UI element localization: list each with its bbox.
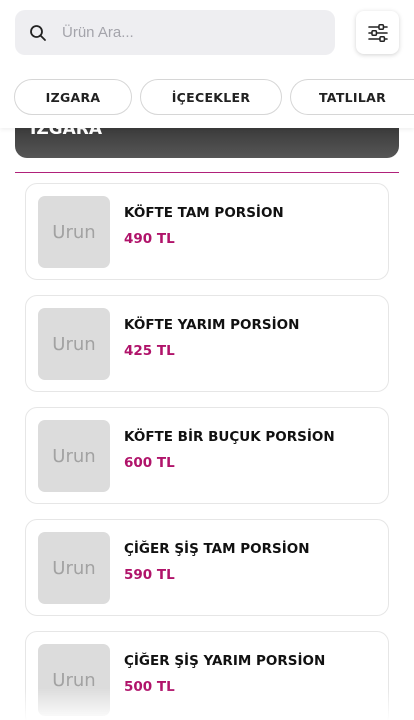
product-name: KÖFTE YARIM PORSİON (124, 317, 300, 333)
category-chip-izgara[interactable]: IZGARA (14, 79, 132, 115)
product-name: KÖFTE BİR BUÇUK PORSİON (124, 429, 335, 445)
category-bar: IZGARA İÇECEKLER TATLILAR (0, 68, 414, 128)
page: IZGARA Urun KÖFTE TAM PORSİON 490 TL Uru… (0, 0, 414, 720)
bottom-fade (0, 688, 414, 720)
product-price: 490 TL (124, 231, 175, 247)
product-image-placeholder: Urun (38, 196, 110, 268)
product-card[interactable]: Urun KÖFTE YARIM PORSİON 425 TL (25, 295, 389, 392)
product-name: ÇİĞER ŞİŞ TAM PORSİON (124, 541, 310, 557)
category-chip-tatlilar[interactable]: TATLILAR (290, 79, 414, 115)
header (0, 0, 414, 68)
category-chip-icecekler[interactable]: İÇECEKLER (140, 79, 282, 115)
product-price: 425 TL (124, 343, 175, 359)
search-input[interactable] (62, 12, 322, 52)
product-image-placeholder: Urun (38, 420, 110, 492)
filter-button[interactable] (356, 11, 399, 54)
search-icon (30, 25, 46, 41)
product-price: 590 TL (124, 567, 175, 583)
product-card[interactable]: Urun ÇİĞER ŞİŞ TAM PORSİON 590 TL (25, 519, 389, 616)
product-image-placeholder: Urun (38, 532, 110, 604)
product-name: ÇİĞER ŞİŞ YARIM PORSİON (124, 653, 326, 669)
product-name: KÖFTE TAM PORSİON (124, 205, 284, 221)
section-divider (15, 172, 399, 173)
sliders-icon (367, 23, 388, 42)
product-price: 600 TL (124, 455, 175, 471)
product-image-placeholder: Urun (38, 308, 110, 380)
product-card[interactable]: Urun KÖFTE TAM PORSİON 490 TL (25, 183, 389, 280)
product-card[interactable]: Urun KÖFTE BİR BUÇUK PORSİON 600 TL (25, 407, 389, 504)
